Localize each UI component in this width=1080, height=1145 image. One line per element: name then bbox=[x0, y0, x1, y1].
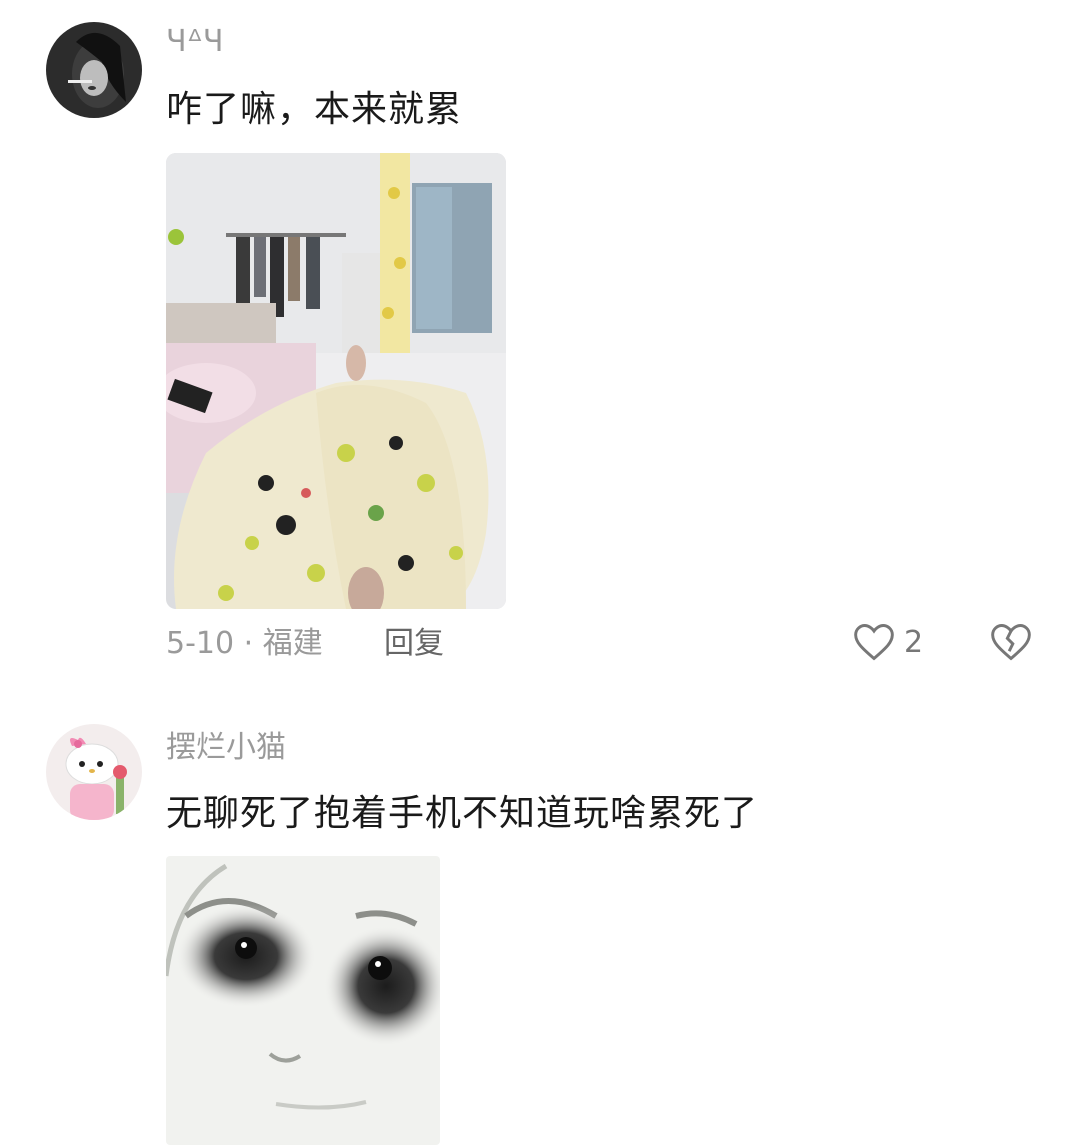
username[interactable]: 摆烂小猫 bbox=[166, 730, 286, 766]
comment-photo[interactable] bbox=[166, 153, 506, 609]
like-button[interactable]: 2 bbox=[852, 620, 923, 664]
like-count: 2 bbox=[904, 624, 924, 660]
user-avatar[interactable] bbox=[46, 724, 142, 820]
avatar-icon bbox=[46, 22, 142, 118]
username[interactable]: ꞍᐞꞍ bbox=[166, 24, 223, 60]
date-location: 5-10 · 福建 bbox=[166, 626, 323, 661]
comment-sticker[interactable] bbox=[166, 856, 440, 1145]
comment-item: 摆烂小猫 无聊死了抱着手机不知道玩啥累死了 bbox=[0, 700, 1080, 1145]
avatar-icon bbox=[46, 724, 142, 820]
comment-text: 咋了嘛，本来就累 bbox=[166, 89, 463, 130]
comment-text: 无聊死了抱着手机不知道玩啥累死了 bbox=[166, 793, 759, 834]
dislike-button[interactable] bbox=[988, 620, 1034, 668]
comment-item: ꞍᐞꞍ 咋了嘛，本来就累 5-10 · 福建 回复 2 bbox=[0, 0, 1080, 700]
photo-bed-pajamas bbox=[166, 153, 506, 609]
broken-heart-icon bbox=[991, 624, 1031, 661]
heart-icon bbox=[854, 624, 894, 661]
reply-button[interactable]: 回复 bbox=[384, 626, 444, 662]
sticker-tired-face bbox=[166, 856, 440, 1145]
user-avatar[interactable] bbox=[46, 22, 142, 118]
